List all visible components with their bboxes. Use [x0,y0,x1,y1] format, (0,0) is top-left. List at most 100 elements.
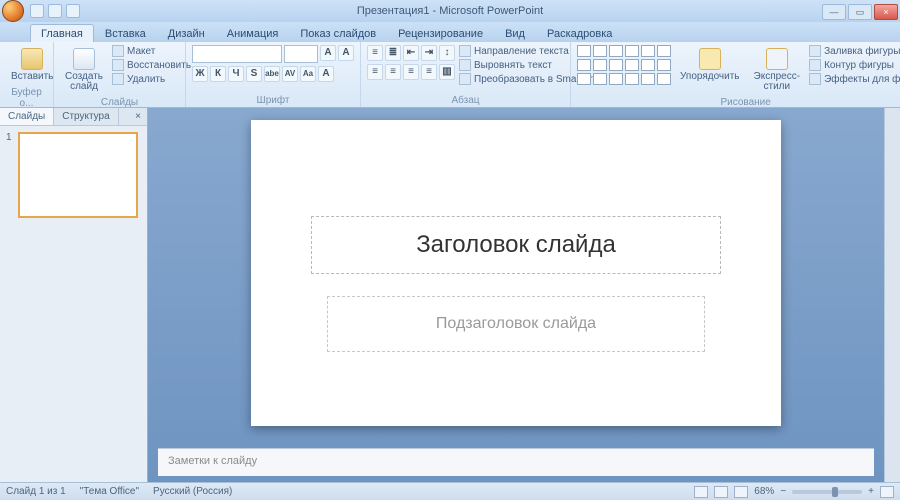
shape-icon[interactable] [609,59,623,71]
delete-button[interactable]: Удалить [112,73,191,85]
content-area: Слайды Структура × 1 Заголовок слайда По… [0,108,900,482]
fit-window-button[interactable] [880,486,894,498]
minimize-button[interactable]: — [822,4,846,20]
close-panel-button[interactable]: × [129,108,147,125]
shape-outline-label: Контур фигуры [824,60,894,71]
maximize-button[interactable]: ▭ [848,4,872,20]
tab-home[interactable]: Главная [30,24,94,42]
thumbnail-area: 1 [0,126,147,482]
columns-button[interactable]: ▥ [439,64,455,80]
reset-label: Восстановить [127,60,191,71]
tab-insert[interactable]: Вставка [94,24,157,42]
increase-indent-button[interactable]: ⇥ [421,45,437,61]
sorter-view-button[interactable] [714,486,728,498]
tab-storyboard[interactable]: Раскадровка [536,24,623,42]
font-family-combo[interactable] [192,45,282,63]
qat-undo-icon[interactable] [48,4,62,18]
slideshow-view-button[interactable] [734,486,748,498]
statusbar: Слайд 1 из 1 "Тема Office" Русский (Росс… [0,482,900,500]
bullets-button[interactable]: ≡ [367,45,383,61]
new-slide-button[interactable]: Создать слайд [60,45,108,95]
spacing-button[interactable]: AV [282,66,298,82]
layout-label: Макет [127,46,155,57]
slide-counter: Слайд 1 из 1 [6,486,66,497]
font-color-button[interactable]: A [318,66,334,82]
tab-view[interactable]: Вид [494,24,536,42]
normal-view-button[interactable] [694,486,708,498]
layout-button[interactable]: Макет [112,45,191,57]
shape-icon[interactable] [609,45,623,57]
ribbon: Вставить Буфер о... Создать слайд Макет … [0,42,900,108]
shape-icon[interactable] [593,45,607,57]
shape-icon[interactable] [625,73,639,85]
italic-button[interactable]: К [210,66,226,82]
paste-icon [21,48,43,70]
font-size-combo[interactable] [284,45,318,63]
arrange-icon [699,48,721,70]
slide-canvas[interactable]: Заголовок слайда Подзаголовок слайда [251,120,781,426]
shape-icon[interactable] [577,73,591,85]
shape-icon[interactable] [641,59,655,71]
tab-outline[interactable]: Структура [54,108,118,125]
shape-icon[interactable] [657,59,671,71]
shape-fill-button[interactable]: Заливка фигуры [809,45,900,57]
shadow-button[interactable]: S [246,66,262,82]
bold-button[interactable]: Ж [192,66,208,82]
slides-panel: Слайды Структура × 1 [0,108,148,482]
office-button[interactable] [2,0,24,22]
shape-effects-button[interactable]: Эффекты для фи... [809,73,900,85]
shape-icon[interactable] [641,73,655,85]
shape-icon[interactable] [657,45,671,57]
shape-icon[interactable] [641,45,655,57]
grow-font-button[interactable]: A [320,45,336,61]
underline-button[interactable]: Ч [228,66,244,82]
zoom-level[interactable]: 68% [754,486,774,497]
group-font-label: Шрифт [192,95,354,106]
shape-icon[interactable] [577,45,591,57]
shape-icon[interactable] [577,59,591,71]
group-clipboard: Вставить Буфер о... [0,42,54,107]
tab-slideshow[interactable]: Показ слайдов [289,24,387,42]
shape-icon[interactable] [593,59,607,71]
strike-button[interactable]: abe [264,66,280,82]
shape-icon[interactable] [625,45,639,57]
zoom-slider[interactable] [792,490,862,494]
reset-button[interactable]: Восстановить [112,59,191,71]
title-placeholder[interactable]: Заголовок слайда [311,216,721,274]
shape-outline-button[interactable]: Контур фигуры [809,59,900,71]
notes-pane[interactable]: Заметки к слайду [158,448,874,476]
zoom-out-button[interactable]: − [780,486,786,497]
tab-animation[interactable]: Анимация [216,24,290,42]
close-button[interactable]: × [874,4,898,20]
tab-slides[interactable]: Слайды [0,108,54,125]
line-spacing-button[interactable]: ↕ [439,45,455,61]
qat-save-icon[interactable] [30,4,44,18]
align-right-button[interactable]: ≡ [403,64,419,80]
justify-button[interactable]: ≡ [421,64,437,80]
subtitle-placeholder[interactable]: Подзаголовок слайда [327,296,705,352]
align-center-button[interactable]: ≡ [385,64,401,80]
zoom-in-button[interactable]: + [868,486,874,497]
case-button[interactable]: Aa [300,66,316,82]
quick-styles-button[interactable]: Экспресс-стили [749,45,806,95]
tab-design[interactable]: Дизайн [157,24,216,42]
shape-icon[interactable] [657,73,671,85]
decrease-indent-button[interactable]: ⇤ [403,45,419,61]
shapes-gallery[interactable] [577,45,671,85]
qat-redo-icon[interactable] [66,4,80,18]
slide-canvas-scroll[interactable]: Заголовок слайда Подзаголовок слайда [148,108,884,448]
tab-review[interactable]: Рецензирование [387,24,494,42]
shrink-font-button[interactable]: A [338,45,354,61]
align-left-button[interactable]: ≡ [367,64,383,80]
shape-icon[interactable] [609,73,623,85]
shape-icon[interactable] [593,73,607,85]
shape-icon[interactable] [625,59,639,71]
paste-button[interactable]: Вставить [6,45,58,85]
arrange-button[interactable]: Упорядочить [675,45,745,85]
language-indicator[interactable]: Русский (Россия) [153,486,232,497]
ribbon-tabstrip: Главная Вставка Дизайн Анимация Показ сл… [0,22,900,42]
vertical-scrollbar[interactable] [884,108,900,482]
slide-thumbnail[interactable] [18,132,138,218]
numbering-button[interactable]: ≣ [385,45,401,61]
zoom-slider-thumb[interactable] [832,487,838,497]
